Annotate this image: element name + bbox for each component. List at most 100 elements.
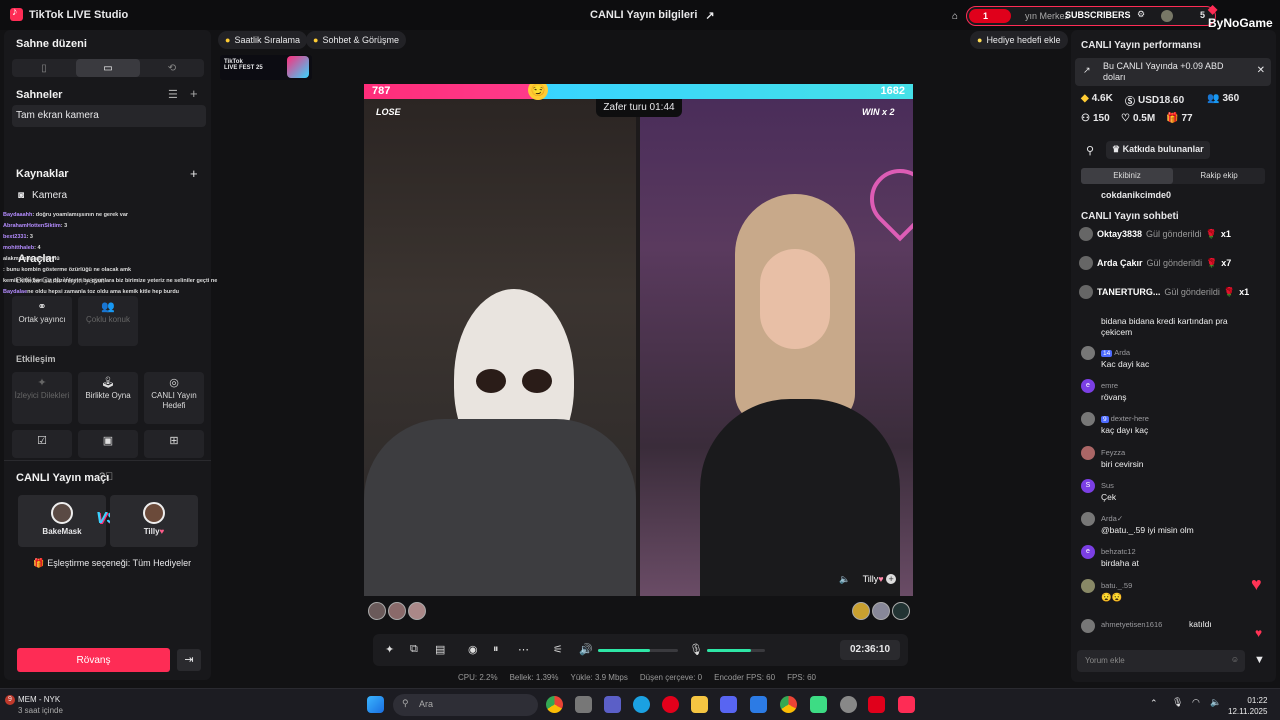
emoji-icon[interactable]: ☺ bbox=[1231, 655, 1239, 664]
supporter-avatar[interactable] bbox=[368, 602, 386, 620]
layout-landscape-button[interactable]: ▭ bbox=[76, 59, 140, 77]
speaker-icon[interactable]: 🔊 bbox=[579, 643, 593, 656]
source-camera[interactable]: ◙ Kamera bbox=[18, 190, 67, 201]
contributors-button[interactable]: ♛ Katkıda bulunanlar bbox=[1106, 141, 1210, 159]
subscriber-widget: 1 yın Merkez SUBSCRIBERS ⚙ 5 bbox=[966, 6, 1217, 26]
record-icon[interactable]: ◉ bbox=[468, 643, 478, 656]
chevron-up-icon[interactable]: ⌃ bbox=[1150, 698, 1158, 709]
teams-icon[interactable] bbox=[604, 696, 621, 713]
live-center-label: yın Merkez bbox=[1025, 11, 1070, 21]
extra-tile-1[interactable]: ☑ bbox=[12, 430, 72, 458]
more-icon[interactable]: ⋯ bbox=[518, 643, 529, 656]
pairing-option[interactable]: 🎁 Eşleştirme seçeneği: Tüm Hediyeler bbox=[33, 558, 191, 569]
add-source-icon[interactable]: + bbox=[190, 166, 198, 181]
app-icon[interactable] bbox=[575, 696, 592, 713]
bakemask-avatar bbox=[51, 502, 73, 524]
system-clock[interactable]: 01:22 12.11.2025 bbox=[1228, 695, 1267, 717]
app-icon[interactable] bbox=[810, 696, 827, 713]
viewer-requests-tile[interactable]: ✦ İzleyici Dilekleri bbox=[12, 372, 72, 424]
app-icon[interactable] bbox=[840, 696, 857, 713]
opponent-video bbox=[640, 99, 913, 596]
crown-icon: ♛ bbox=[1112, 144, 1121, 154]
co-host-tile[interactable]: ⚭ Ortak yayıncı bbox=[12, 296, 72, 346]
live-info-link[interactable]: CANLI Yayın bilgileri ↗ bbox=[590, 9, 715, 22]
top-contributor: cokdanikcimde0 bbox=[1101, 190, 1172, 200]
hourly-ranking-chip[interactable]: ● Saatlik Sıralama bbox=[218, 31, 307, 49]
gear-icon[interactable]: ⚙ bbox=[1137, 9, 1145, 20]
edge-icon[interactable] bbox=[633, 696, 650, 713]
comment-input[interactable]: Yorum ekle ☺ bbox=[1077, 650, 1245, 672]
live-goal-tile[interactable]: ◎ CANLI Yayın Hedefi bbox=[144, 372, 204, 424]
chrome-icon[interactable] bbox=[780, 696, 797, 713]
opera-icon[interactable] bbox=[662, 696, 679, 713]
settings-sliders-icon[interactable]: ⚟ bbox=[553, 643, 563, 656]
supporter-avatar[interactable] bbox=[408, 602, 426, 620]
supporter-avatar[interactable] bbox=[872, 602, 890, 620]
rematch-button[interactable]: Rövanş bbox=[17, 648, 170, 672]
add-icon[interactable]: + bbox=[886, 574, 897, 584]
subscribers-label: SUBSCRIBERS bbox=[1065, 10, 1131, 20]
live-preview[interactable]: 787 1682 😏 Zafer turu 01:44 LOSE WIN x 2… bbox=[364, 84, 913, 596]
home-icon[interactable]: ⌂ bbox=[952, 11, 958, 22]
avatar: S bbox=[1081, 479, 1095, 493]
play-together-tile[interactable]: 🕹 Birlikte Oyna bbox=[78, 372, 138, 424]
wifi-icon[interactable]: ◠ bbox=[1192, 697, 1200, 708]
team-tabs: Ekibiniz Rakip ekip bbox=[1081, 168, 1265, 184]
layout-rotate-button[interactable]: ⟲ bbox=[140, 59, 204, 77]
speaker-volume-slider[interactable] bbox=[598, 649, 678, 652]
mic-volume-slider[interactable] bbox=[707, 649, 765, 652]
level-badge: 9 bbox=[1101, 416, 1109, 423]
chat-username: ahmetyetisen1616 bbox=[1101, 620, 1163, 629]
layout-icon[interactable]: ▤ bbox=[435, 643, 445, 656]
chat-call-chip[interactable]: ● Sohbet & Görüşme bbox=[306, 31, 406, 49]
folder-icon[interactable] bbox=[691, 696, 708, 713]
exit-icon: ⇥ bbox=[184, 654, 194, 666]
profile-avatar[interactable] bbox=[1161, 10, 1174, 22]
multi-guest-tile[interactable]: 👥 Çoklu konuk bbox=[78, 296, 138, 346]
news-widget[interactable]: MEM - NYK 3 saat içinde bbox=[18, 694, 63, 716]
pause-icon[interactable]: ⏸ bbox=[493, 643, 499, 656]
start-icon[interactable] bbox=[367, 696, 384, 713]
extra-tile-3[interactable]: ⊞ bbox=[144, 430, 204, 458]
live-goal-label: CANLI Yayın Hedefi bbox=[151, 391, 197, 410]
mail-icon[interactable] bbox=[750, 696, 767, 713]
supporter-avatar[interactable] bbox=[892, 602, 910, 620]
live-info-label: CANLI Yayın bilgileri bbox=[590, 9, 698, 21]
add-scene-icon[interactable]: + bbox=[190, 86, 198, 101]
chat-text: katıldı bbox=[1189, 619, 1212, 629]
user-search-icon[interactable]: ⚲ bbox=[1086, 144, 1094, 157]
help-icon[interactable]: ?⃝ bbox=[99, 471, 113, 483]
taskbar-search[interactable]: ⚲ Ara bbox=[393, 694, 538, 716]
microphone-tray-icon[interactable]: 🎙 bbox=[1172, 697, 1183, 708]
avatar bbox=[1081, 346, 1095, 360]
scene-item[interactable]: Tam ekran kamera bbox=[12, 105, 206, 127]
extra-tile-2[interactable]: ▣ bbox=[78, 430, 138, 458]
gallery-icon: ⊞ bbox=[169, 435, 179, 447]
chrome-icon[interactable] bbox=[546, 696, 563, 713]
tab-rival-team[interactable]: Rakip ekip bbox=[1173, 168, 1265, 184]
magic-wand-icon[interactable]: ✦ bbox=[385, 643, 394, 656]
list-icon[interactable]: ☰ bbox=[168, 88, 178, 101]
layout-portrait-button[interactable]: ▯ bbox=[12, 59, 76, 77]
gift-goal-chip[interactable]: ● Hediye hedefi ekle bbox=[970, 31, 1068, 49]
youtube-icon[interactable] bbox=[868, 696, 885, 713]
microphone-icon[interactable]: 🎙 bbox=[689, 643, 703, 656]
supporter-avatar[interactable] bbox=[388, 602, 406, 620]
discord-icon[interactable] bbox=[720, 696, 737, 713]
avatar bbox=[1081, 512, 1095, 526]
fps-stat: FPS: 60 bbox=[787, 673, 816, 682]
tab-your-team[interactable]: Ekibiniz bbox=[1081, 168, 1173, 184]
mvp-avatar[interactable] bbox=[852, 602, 870, 620]
volume-icon[interactable]: 🔈 bbox=[1210, 697, 1221, 708]
multi-guest-label: Çoklu konuk bbox=[85, 315, 131, 324]
mute-icon[interactable]: 🔈 bbox=[839, 574, 850, 584]
filter-icon[interactable]: ▼ bbox=[1254, 654, 1265, 666]
tiktok-studio-icon[interactable] bbox=[898, 696, 915, 713]
screen-share-icon[interactable]: ⧉ bbox=[410, 643, 418, 656]
chat-message: e behzatc12 birdaha at bbox=[1079, 545, 1259, 573]
chat-text: @batu._.59 iyi misin olm bbox=[1101, 525, 1194, 535]
overlay-line: kemik kitle bari siz düzenleyin bu oyunl… bbox=[3, 276, 273, 287]
close-icon[interactable]: ✕ bbox=[1257, 65, 1265, 76]
live-fest-banner[interactable]: TikTok LIVE FEST 25 bbox=[220, 55, 312, 80]
exit-match-button[interactable]: ⇥ bbox=[177, 649, 201, 671]
